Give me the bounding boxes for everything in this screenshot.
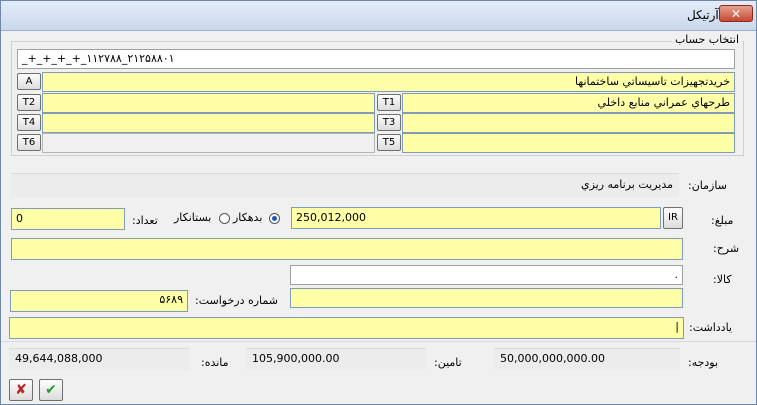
funding-value: 105,900,000.00 <box>246 348 426 370</box>
amount-field[interactable]: 250,012,000 <box>291 207 661 229</box>
request-field[interactable]: ۵۶۸۹ <box>10 290 188 312</box>
remaining-value: 49,644,088,000 <box>9 348 189 370</box>
cancel-button[interactable]: ✘ <box>9 379 33 401</box>
t4-field[interactable] <box>42 113 375 133</box>
goods-field[interactable]: . <box>290 265 683 285</box>
t1-field[interactable]: طرحهاي عمراني منابع داخلي <box>402 93 735 113</box>
t2-field[interactable] <box>42 93 375 113</box>
description-label: شرح: <box>713 242 740 255</box>
amount-label: مبلغ: <box>711 214 734 227</box>
check-icon: ✔ <box>45 382 57 398</box>
funding-label: تامين: <box>434 356 462 369</box>
count-label: تعداد: <box>132 214 158 227</box>
debit-radio[interactable] <box>269 213 280 224</box>
note-field[interactable]: | <box>9 317 684 339</box>
organization-value: مديريت برنامه ريزي <box>11 173 679 197</box>
count-field[interactable]: 0 <box>11 208 125 230</box>
remaining-label: مانده: <box>201 356 229 369</box>
t6-field <box>42 133 375 153</box>
organization-label: سازمان: <box>688 179 727 192</box>
note-label: يادداشت: <box>689 321 732 334</box>
close-button[interactable]: ✕ <box>719 5 753 22</box>
t5-button[interactable]: T5 <box>377 134 401 151</box>
debit-label: بدهكار <box>233 211 263 224</box>
t1-button[interactable]: T1 <box>377 94 401 111</box>
account-code-field[interactable]: _+_+_+_+_۱۱۲۷۸۸_۲۱۲۵۸۸۰۱ <box>17 49 735 69</box>
t6-button[interactable]: T6 <box>17 134 41 151</box>
t3-field[interactable] <box>402 113 735 133</box>
cancel-icon: ✘ <box>15 382 27 398</box>
t5-field[interactable] <box>402 133 735 153</box>
account-name-field[interactable]: خريدتجهيزات تاسيساتي ساختمانها <box>42 72 735 92</box>
t4-button[interactable]: T4 <box>17 114 41 131</box>
ok-button[interactable]: ✔ <box>39 379 63 401</box>
goods-detail-field[interactable] <box>290 288 683 308</box>
description-field[interactable] <box>11 238 683 260</box>
account-select-label: انتخاب حساب <box>671 33 742 46</box>
title-bar: ايجاد آرتيكل ✕ <box>1 1 756 31</box>
separator <box>1 341 756 342</box>
goods-label: كالا: <box>713 273 732 286</box>
currency-button[interactable]: IR <box>663 207 683 229</box>
budget-value: 50,000,000,000.00 <box>494 348 680 370</box>
budget-label: بودجه: <box>688 356 719 369</box>
a-button[interactable]: A <box>17 73 41 90</box>
request-label: شماره درخواست: <box>195 294 278 307</box>
t3-button[interactable]: T3 <box>377 114 401 131</box>
credit-radio[interactable] <box>219 213 230 224</box>
t2-button[interactable]: T2 <box>17 94 41 111</box>
article-dialog: ايجاد آرتيكل ✕ انتخاب حساب _+_+_+_+_۱۱۲۷… <box>0 0 757 405</box>
credit-label: بستانكار <box>174 211 212 224</box>
